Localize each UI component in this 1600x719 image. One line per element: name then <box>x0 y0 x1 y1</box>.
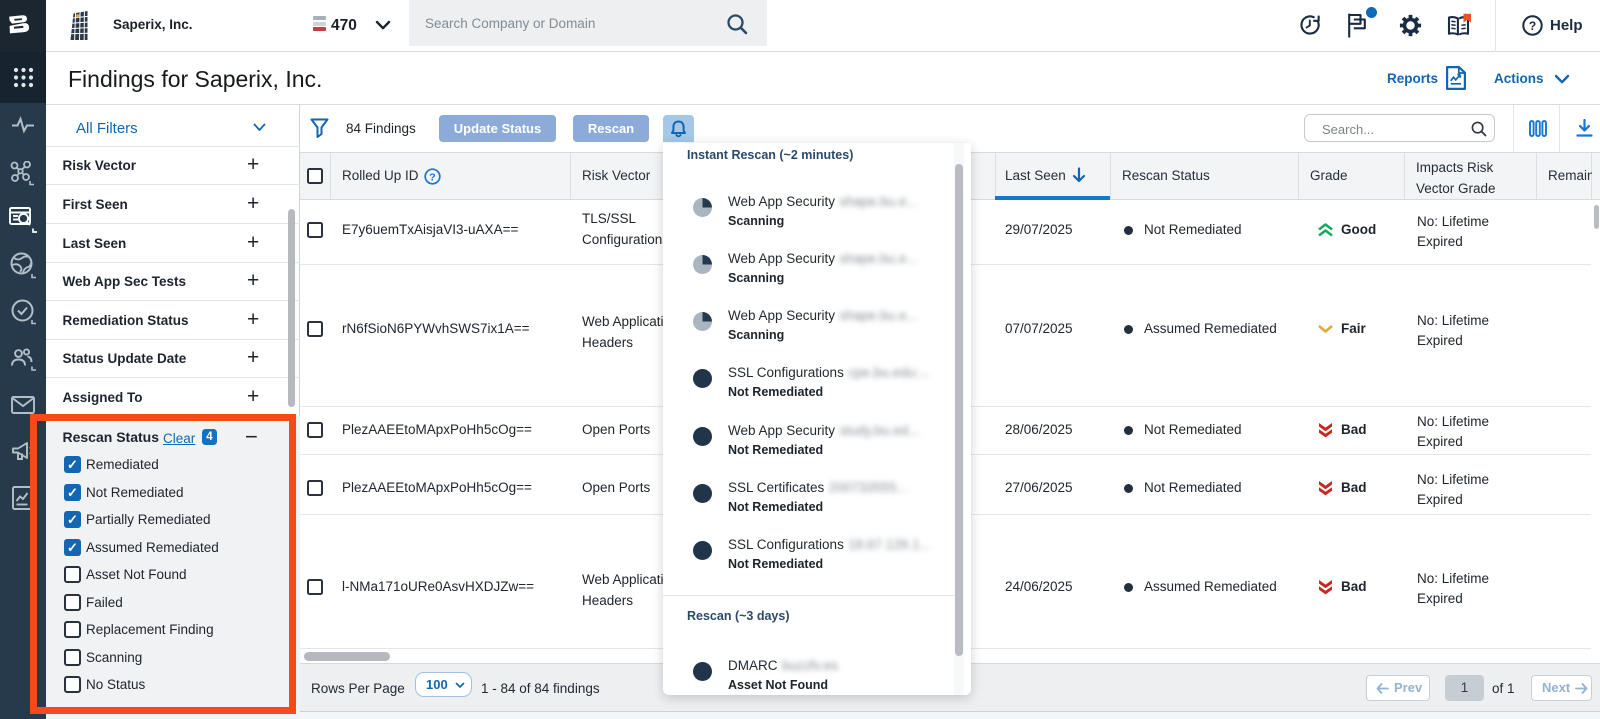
svg-text:?: ? <box>429 171 435 183</box>
svg-text:?: ? <box>1529 19 1536 33</box>
